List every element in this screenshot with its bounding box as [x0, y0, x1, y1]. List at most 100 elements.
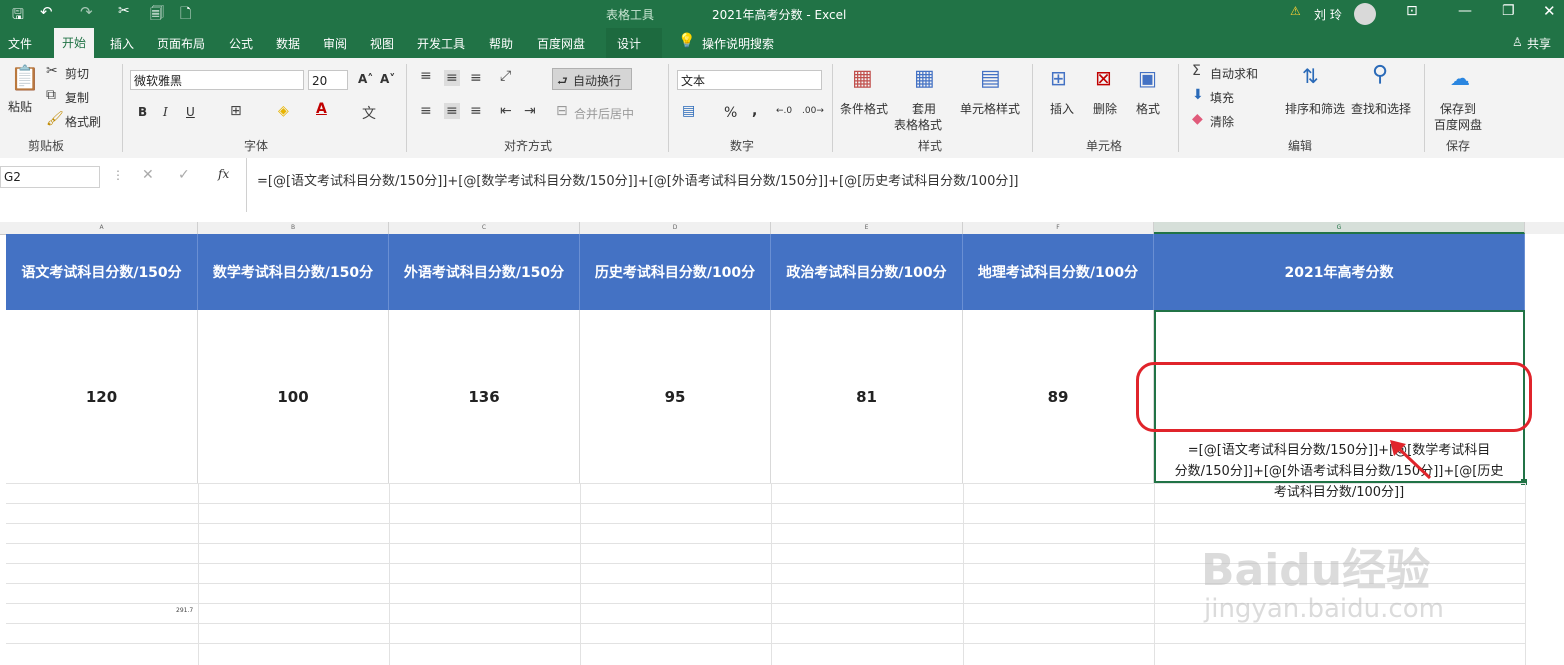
wrap-text-button[interactable]: ⮐ 自动换行 — [552, 68, 632, 90]
data-cell-d2[interactable]: 95 — [580, 310, 771, 483]
tab-developer[interactable]: 开发工具 — [417, 35, 465, 52]
clear-button[interactable]: 清除 — [1210, 113, 1234, 130]
data-cell-f2[interactable]: 89 — [963, 310, 1154, 483]
comma-button[interactable]: , — [752, 103, 757, 119]
fill-button[interactable]: 填充 — [1210, 89, 1234, 106]
increase-decimal-icon[interactable]: ←.0 — [776, 106, 792, 116]
align-middle-icon[interactable]: ≡ — [444, 70, 460, 86]
percent-button[interactable]: % — [724, 105, 737, 121]
sort-filter-icon[interactable]: ⇅ — [1302, 64, 1319, 88]
align-top-icon[interactable]: ≡ — [420, 68, 432, 84]
decrease-decimal-icon[interactable]: .00→ — [802, 106, 824, 116]
orientation-icon[interactable]: ⤢ — [500, 68, 511, 84]
header-cell-e[interactable]: 政治考试科目分数/100分 — [771, 234, 963, 310]
italic-button[interactable]: I — [163, 105, 168, 119]
cancel-icon[interactable]: ✕ — [142, 167, 154, 183]
redo-icon[interactable]: ↷ — [80, 3, 93, 21]
table-format-icon[interactable]: ▦ — [914, 66, 935, 91]
sort-filter-button[interactable]: 排序和筛选 — [1285, 100, 1345, 117]
conditional-format-button[interactable]: 条件格式 — [840, 100, 888, 117]
conditional-format-icon[interactable]: ▦ — [852, 66, 873, 91]
cut-button[interactable]: 剪切 — [65, 65, 89, 82]
merge-icon[interactable]: ⊟ — [556, 103, 568, 119]
paste-button[interactable]: 粘贴 — [8, 98, 32, 115]
header-cell-c[interactable]: 外语考试科目分数/150分 — [389, 234, 580, 310]
font-name-select[interactable]: 微软雅黑 — [130, 70, 304, 90]
align-bottom-icon[interactable]: ≡ — [470, 70, 482, 86]
name-box[interactable]: G2 — [0, 166, 100, 188]
column-header-b[interactable]: B — [198, 222, 389, 234]
restore-icon[interactable]: ❐ — [1502, 3, 1515, 19]
header-cell-f[interactable]: 地理考试科目分数/100分 — [963, 234, 1154, 310]
enter-icon[interactable]: ✓ — [178, 167, 190, 183]
save-icon[interactable]: 🖫 — [12, 4, 24, 28]
autosum-icon[interactable]: Σ — [1192, 63, 1201, 79]
tab-file[interactable]: 文件 — [8, 35, 32, 52]
data-cell-c2[interactable]: 136 — [389, 310, 580, 483]
merge-center-button[interactable]: 合并后居中 — [574, 105, 634, 122]
tab-formulas[interactable]: 公式 — [229, 35, 253, 52]
header-cell-a[interactable]: 语文考试科目分数/150分 — [6, 234, 198, 310]
number-format-select[interactable]: 文本 — [677, 70, 822, 90]
clear-icon[interactable]: ◆ — [1192, 111, 1203, 127]
fill-color-icon[interactable]: ◈ — [278, 103, 289, 119]
bold-button[interactable]: B — [138, 105, 147, 119]
font-size-select[interactable]: 20 — [308, 70, 348, 90]
find-select-icon[interactable]: ⚲ — [1372, 62, 1388, 87]
tab-view[interactable]: 视图 — [370, 35, 394, 52]
share-button[interactable]: 共享 — [1527, 35, 1551, 52]
column-header-g[interactable]: G — [1154, 222, 1525, 234]
header-cell-g[interactable]: 2021年高考分数 — [1154, 234, 1525, 310]
grow-font-icon[interactable]: A˄ — [358, 72, 373, 86]
find-select-button[interactable]: 查找和选择 — [1351, 100, 1411, 117]
insert-cells-icon[interactable]: ⊞ — [1050, 66, 1067, 90]
tab-insert[interactable]: 插入 — [110, 35, 134, 52]
avatar[interactable] — [1354, 3, 1376, 25]
format-cells-icon[interactable]: ▣ — [1138, 66, 1157, 90]
autosum-button[interactable]: 自动求和 — [1210, 65, 1258, 82]
formula-input[interactable]: =[@[语文考试科目分数/150分]]+[@[数学考试科目分数/150分]]+[… — [246, 158, 1564, 212]
accounting-icon[interactable]: ▤ — [682, 103, 695, 119]
new-file-icon[interactable]: 🗋 — [180, 3, 191, 27]
baidu-cloud-icon[interactable]: ☁ — [1450, 66, 1470, 90]
copy-button[interactable]: 复制 — [65, 89, 89, 106]
cell-styles-icon[interactable]: ▤ — [980, 66, 1001, 91]
tab-review[interactable]: 审阅 — [323, 35, 347, 52]
format-painter-icon[interactable]: 🖌 — [46, 111, 64, 127]
align-left-icon[interactable]: ≡ — [420, 103, 432, 119]
format-cells-button[interactable]: 格式 — [1136, 100, 1160, 117]
tab-home[interactable]: 开始 — [54, 28, 95, 58]
increase-indent-icon[interactable]: ⇥ — [524, 103, 536, 119]
phonetic-icon[interactable]: 文 — [362, 103, 376, 123]
decrease-indent-icon[interactable]: ⇤ — [500, 103, 512, 119]
shrink-font-icon[interactable]: A˅ — [380, 72, 395, 86]
paste-icon[interactable]: 📋 — [10, 64, 40, 92]
fill-handle[interactable] — [1521, 479, 1527, 485]
delete-cells-icon[interactable]: ⊠ — [1095, 66, 1112, 90]
tab-baidu-netdisk[interactable]: 百度网盘 — [537, 35, 585, 52]
insert-cells-button[interactable]: 插入 — [1050, 100, 1074, 117]
ribbon-display-icon[interactable]: ⊡ — [1406, 3, 1418, 19]
warning-icon[interactable]: ⚠ — [1290, 4, 1301, 18]
column-header-c[interactable]: C — [389, 222, 580, 234]
data-cell-a2[interactable]: 120 — [6, 310, 198, 483]
underline-button[interactable]: U — [186, 105, 195, 119]
more-options-icon[interactable]: ⋮ — [112, 168, 124, 182]
tab-help[interactable]: 帮助 — [489, 35, 513, 52]
data-cell-b2[interactable]: 100 — [198, 310, 389, 483]
header-cell-d[interactable]: 历史考试科目分数/100分 — [580, 234, 771, 310]
cut-quick-icon[interactable]: ✂ — [118, 3, 130, 19]
tab-data[interactable]: 数据 — [276, 35, 300, 52]
tell-me-search[interactable]: 操作说明搜索 — [702, 35, 774, 52]
align-right-icon[interactable]: ≡ — [470, 103, 482, 119]
align-center-icon[interactable]: ≡ — [444, 103, 460, 119]
cell-styles-button[interactable]: 单元格样式 — [960, 100, 1020, 117]
minimize-icon[interactable]: — — [1458, 3, 1472, 19]
data-cell-e2[interactable]: 81 — [771, 310, 963, 483]
copy-icon[interactable]: ⧉ — [46, 87, 56, 103]
user-name[interactable]: 刘 玲 — [1314, 6, 1342, 23]
column-header-d[interactable]: D — [580, 222, 771, 234]
fill-icon[interactable]: ⬇ — [1192, 87, 1204, 103]
table-format-button-line1[interactable]: 套用 — [912, 100, 936, 117]
close-icon[interactable]: ✕ — [1543, 2, 1556, 20]
